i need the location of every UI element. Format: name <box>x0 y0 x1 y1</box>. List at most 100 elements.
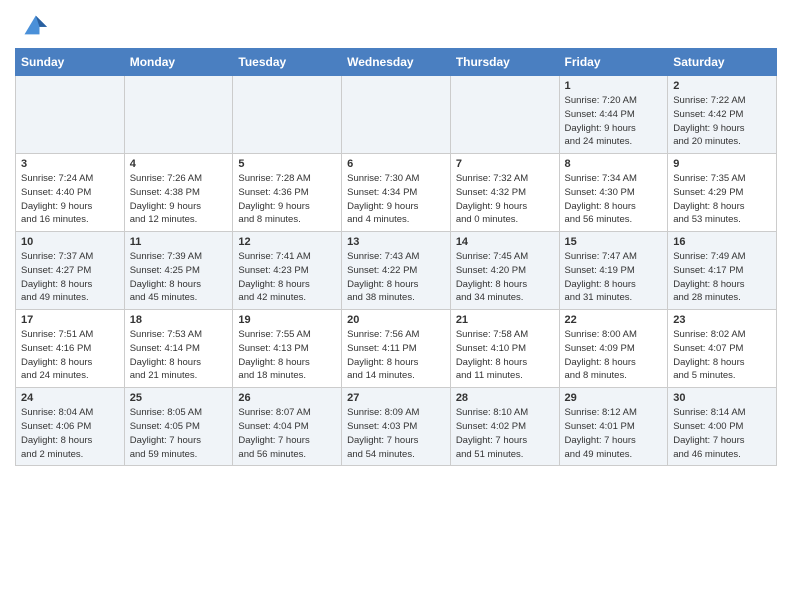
day-number: 23 <box>673 314 771 326</box>
column-header-thursday: Thursday <box>450 49 559 76</box>
calendar-cell: 17 Sunrise: 7:51 AM Sunset: 4:16 PM Dayli… <box>16 310 125 388</box>
day-info: Sunrise: 7:34 AM Sunset: 4:30 PM Dayligh… <box>565 172 663 227</box>
day-info: Sunrise: 8:04 AM Sunset: 4:06 PM Dayligh… <box>21 406 119 461</box>
day-info: Sunrise: 7:41 AM Sunset: 4:23 PM Dayligh… <box>238 250 336 305</box>
day-number: 15 <box>565 236 663 248</box>
calendar-table: SundayMondayTuesdayWednesdayThursdayFrid… <box>15 48 777 466</box>
day-number: 1 <box>565 80 663 92</box>
calendar-cell: 3 Sunrise: 7:24 AM Sunset: 4:40 PM Daylig… <box>16 154 125 232</box>
day-info: Sunrise: 8:09 AM Sunset: 4:03 PM Dayligh… <box>347 406 445 461</box>
calendar-cell: 20Sunrise: 7:56 AM Sunset: 4:11 PM Dayli… <box>342 310 451 388</box>
day-info: Sunrise: 7:37 AM Sunset: 4:27 PM Dayligh… <box>21 250 119 305</box>
calendar-cell: 24 Sunrise: 8:04 AM Sunset: 4:06 PM Dayli… <box>16 388 125 466</box>
day-number: 2 <box>673 80 771 92</box>
week-row-4: 17 Sunrise: 7:51 AM Sunset: 4:16 PM Dayli… <box>16 310 777 388</box>
day-info: Sunrise: 7:20 AM Sunset: 4:44 PM Dayligh… <box>565 94 663 149</box>
week-row-2: 3 Sunrise: 7:24 AM Sunset: 4:40 PM Daylig… <box>16 154 777 232</box>
calendar-cell: 5 Sunrise: 7:28 AM Sunset: 4:36 PM Daylig… <box>233 154 342 232</box>
calendar-cell: 14 Sunrise: 7:45 AM Sunset: 4:20 PM Dayli… <box>450 232 559 310</box>
calendar-cell: 1 Sunrise: 7:20 AM Sunset: 4:44 PM Daylig… <box>559 76 668 154</box>
day-number: 11 <box>130 236 228 248</box>
day-info: Sunrise: 7:58 AM Sunset: 4:10 PM Dayligh… <box>456 328 554 383</box>
calendar-cell: 18 Sunrise: 7:53 AM Sunset: 4:14 PM Dayli… <box>124 310 233 388</box>
day-number: 16 <box>673 236 771 248</box>
calendar-body: 1 Sunrise: 7:20 AM Sunset: 4:44 PM Daylig… <box>16 76 777 466</box>
day-info: Sunrise: 7:32 AM Sunset: 4:32 PM Dayligh… <box>456 172 554 227</box>
day-number: 12 <box>238 236 336 248</box>
week-row-3: 10 Sunrise: 7:37 AM Sunset: 4:27 PM Dayli… <box>16 232 777 310</box>
calendar-cell: 21 Sunrise: 7:58 AM Sunset: 4:10 PM Dayli… <box>450 310 559 388</box>
day-number: 14 <box>456 236 554 248</box>
day-number: 13 <box>347 236 445 248</box>
day-info: Sunrise: 7:45 AM Sunset: 4:20 PM Dayligh… <box>456 250 554 305</box>
day-info: Sunrise: 7:43 AM Sunset: 4:22 PM Dayligh… <box>347 250 445 305</box>
day-info: Sunrise: 8:02 AM Sunset: 4:07 PM Dayligh… <box>673 328 771 383</box>
day-number: 27 <box>347 392 445 404</box>
calendar-cell: 8 Sunrise: 7:34 AM Sunset: 4:30 PM Daylig… <box>559 154 668 232</box>
day-info: Sunrise: 7:30 AM Sunset: 4:34 PM Dayligh… <box>347 172 445 227</box>
day-info: Sunrise: 7:51 AM Sunset: 4:16 PM Dayligh… <box>21 328 119 383</box>
week-row-1: 1 Sunrise: 7:20 AM Sunset: 4:44 PM Daylig… <box>16 76 777 154</box>
calendar-cell: 12 Sunrise: 7:41 AM Sunset: 4:23 PM Dayli… <box>233 232 342 310</box>
calendar-cell: 7 Sunrise: 7:32 AM Sunset: 4:32 PM Daylig… <box>450 154 559 232</box>
day-info: Sunrise: 8:00 AM Sunset: 4:09 PM Dayligh… <box>565 328 663 383</box>
day-number: 25 <box>130 392 228 404</box>
day-number: 30 <box>673 392 771 404</box>
day-number: 19 <box>238 314 336 326</box>
calendar-cell: 16 Sunrise: 7:49 AM Sunset: 4:17 PM Dayli… <box>668 232 777 310</box>
day-number: 10 <box>21 236 119 248</box>
calendar-cell <box>342 76 451 154</box>
day-info: Sunrise: 7:39 AM Sunset: 4:25 PM Dayligh… <box>130 250 228 305</box>
calendar-cell <box>16 76 125 154</box>
day-number: 29 <box>565 392 663 404</box>
calendar-cell: 9Sunrise: 7:35 AM Sunset: 4:29 PM Daylig… <box>668 154 777 232</box>
calendar-cell: 25 Sunrise: 8:05 AM Sunset: 4:05 PM Dayli… <box>124 388 233 466</box>
day-info: Sunrise: 7:28 AM Sunset: 4:36 PM Dayligh… <box>238 172 336 227</box>
column-header-friday: Friday <box>559 49 668 76</box>
day-info: Sunrise: 8:07 AM Sunset: 4:04 PM Dayligh… <box>238 406 336 461</box>
day-number: 22 <box>565 314 663 326</box>
day-info: Sunrise: 7:53 AM Sunset: 4:14 PM Dayligh… <box>130 328 228 383</box>
day-number: 3 <box>21 158 119 170</box>
calendar-cell: 30Sunrise: 8:14 AM Sunset: 4:00 PM Dayli… <box>668 388 777 466</box>
day-number: 5 <box>238 158 336 170</box>
calendar-cell: 28Sunrise: 8:10 AM Sunset: 4:02 PM Dayli… <box>450 388 559 466</box>
week-row-5: 24 Sunrise: 8:04 AM Sunset: 4:06 PM Dayli… <box>16 388 777 466</box>
day-number: 28 <box>456 392 554 404</box>
calendar-header-row: SundayMondayTuesdayWednesdayThursdayFrid… <box>16 49 777 76</box>
calendar-cell: 6 Sunrise: 7:30 AM Sunset: 4:34 PM Daylig… <box>342 154 451 232</box>
calendar-cell: 23 Sunrise: 8:02 AM Sunset: 4:07 PM Dayli… <box>668 310 777 388</box>
day-number: 6 <box>347 158 445 170</box>
day-info: Sunrise: 7:24 AM Sunset: 4:40 PM Dayligh… <box>21 172 119 227</box>
calendar-cell: 2 Sunrise: 7:22 AM Sunset: 4:42 PM Daylig… <box>668 76 777 154</box>
day-number: 4 <box>130 158 228 170</box>
logo <box>15 10 47 40</box>
calendar-cell: 11 Sunrise: 7:39 AM Sunset: 4:25 PM Dayli… <box>124 232 233 310</box>
day-number: 17 <box>21 314 119 326</box>
column-header-sunday: Sunday <box>16 49 125 76</box>
calendar-cell: 10 Sunrise: 7:37 AM Sunset: 4:27 PM Dayli… <box>16 232 125 310</box>
logo-icon <box>17 10 47 40</box>
day-info: Sunrise: 8:05 AM Sunset: 4:05 PM Dayligh… <box>130 406 228 461</box>
day-info: Sunrise: 7:55 AM Sunset: 4:13 PM Dayligh… <box>238 328 336 383</box>
column-header-wednesday: Wednesday <box>342 49 451 76</box>
calendar-cell <box>124 76 233 154</box>
calendar-cell: 26Sunrise: 8:07 AM Sunset: 4:04 PM Dayli… <box>233 388 342 466</box>
day-info: Sunrise: 8:12 AM Sunset: 4:01 PM Dayligh… <box>565 406 663 461</box>
header <box>15 10 777 40</box>
day-number: 24 <box>21 392 119 404</box>
day-number: 7 <box>456 158 554 170</box>
day-number: 20 <box>347 314 445 326</box>
day-info: Sunrise: 7:49 AM Sunset: 4:17 PM Dayligh… <box>673 250 771 305</box>
day-number: 18 <box>130 314 228 326</box>
day-number: 8 <box>565 158 663 170</box>
day-info: Sunrise: 7:47 AM Sunset: 4:19 PM Dayligh… <box>565 250 663 305</box>
column-header-monday: Monday <box>124 49 233 76</box>
calendar-cell: 4Sunrise: 7:26 AM Sunset: 4:38 PM Daylig… <box>124 154 233 232</box>
day-info: Sunrise: 7:22 AM Sunset: 4:42 PM Dayligh… <box>673 94 771 149</box>
page: SundayMondayTuesdayWednesdayThursdayFrid… <box>0 0 792 476</box>
calendar-cell: 15 Sunrise: 7:47 AM Sunset: 4:19 PM Dayli… <box>559 232 668 310</box>
calendar-cell: 29 Sunrise: 8:12 AM Sunset: 4:01 PM Dayli… <box>559 388 668 466</box>
day-number: 21 <box>456 314 554 326</box>
calendar-cell: 27 Sunrise: 8:09 AM Sunset: 4:03 PM Dayli… <box>342 388 451 466</box>
